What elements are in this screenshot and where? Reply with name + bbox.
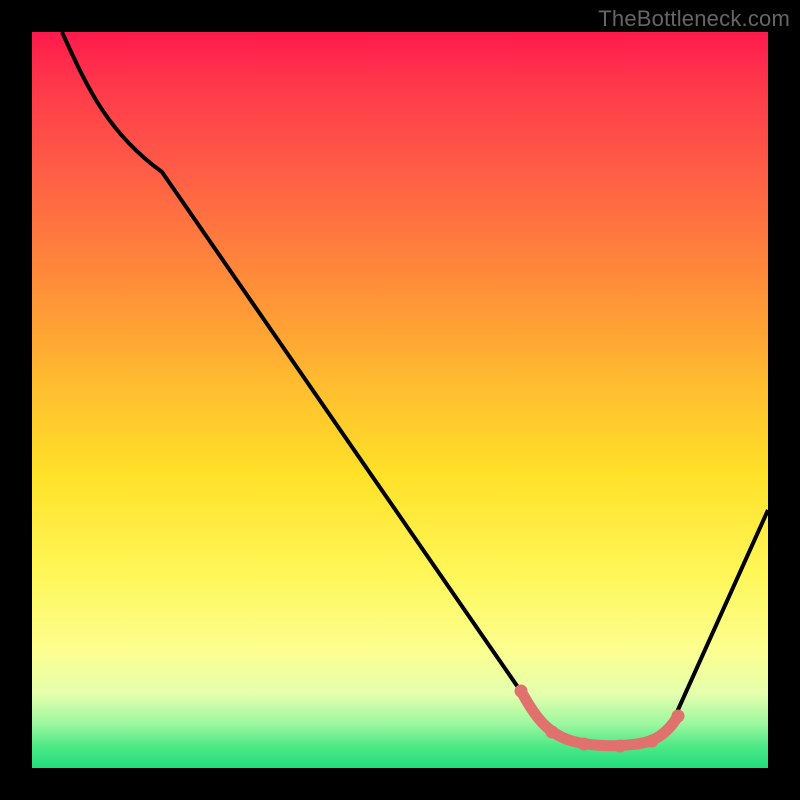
highlight-dot <box>578 738 591 751</box>
highlight-dot <box>614 740 627 753</box>
plot-area <box>32 32 768 768</box>
watermark-text: TheBottleneck.com <box>598 6 790 32</box>
chart-frame: TheBottleneck.com <box>0 0 800 800</box>
highlight-dot <box>646 735 659 748</box>
chart-svg <box>32 32 768 768</box>
curve-line <box>62 32 768 746</box>
highlight-dot <box>672 710 685 723</box>
highlight-dot <box>515 685 528 698</box>
highlight-dot <box>546 726 559 739</box>
